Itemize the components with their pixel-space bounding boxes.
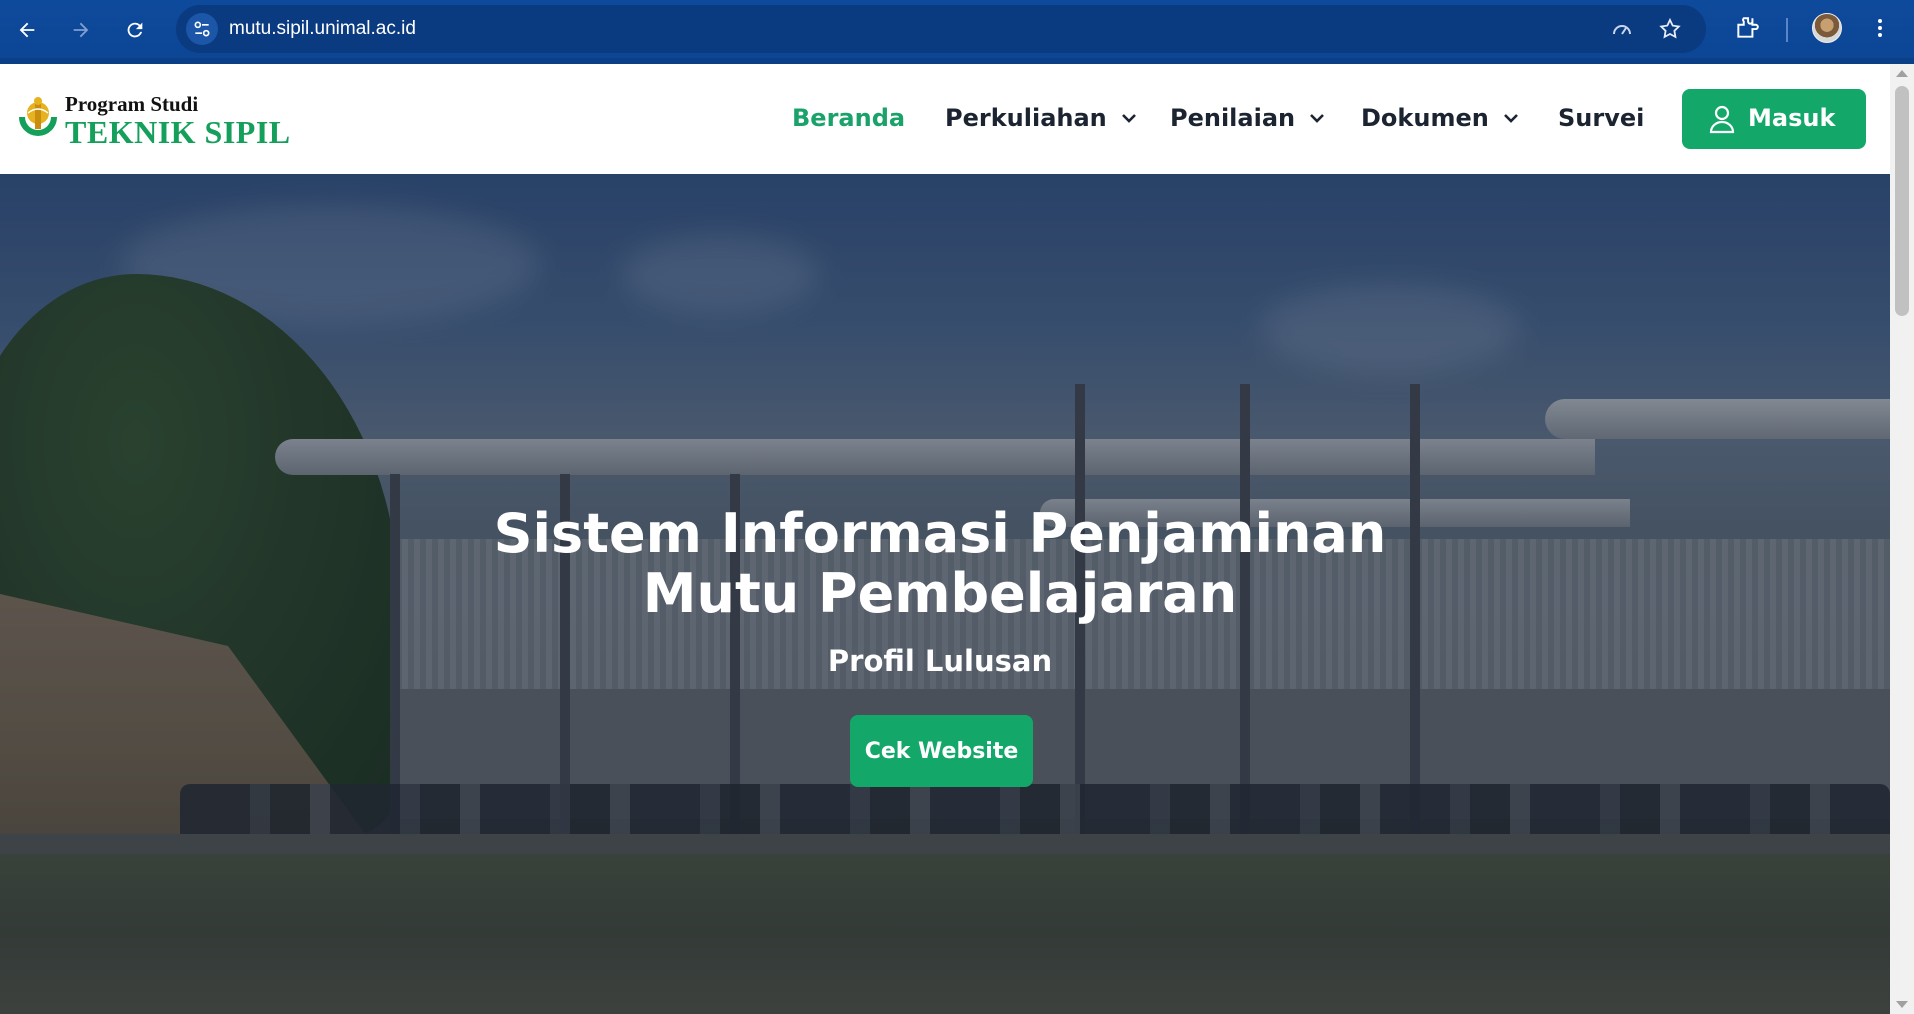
- forward-arrow-icon[interactable]: [63, 12, 99, 48]
- kebab-menu-icon[interactable]: [1866, 14, 1894, 42]
- scroll-up-arrow-icon[interactable]: [1896, 70, 1908, 77]
- hero-title-line1: Sistem Informasi Penjaminan: [493, 502, 1387, 565]
- chevron-down-icon: [1121, 114, 1136, 123]
- university-emblem-icon[interactable]: [16, 93, 60, 147]
- hero-title-line2: Mutu Pembelajaran: [642, 562, 1238, 625]
- performance-icon[interactable]: [1610, 17, 1634, 41]
- site-info-icon[interactable]: [186, 13, 218, 45]
- chevron-down-icon: [1310, 114, 1325, 123]
- nav-label: Beranda: [792, 104, 906, 132]
- extensions-icon[interactable]: [1733, 14, 1761, 42]
- hero-title: Sistem Informasi Penjaminan Mutu Pembela…: [400, 504, 1480, 624]
- toolbar-divider: [1786, 18, 1788, 42]
- nav-item-penilaian[interactable]: Penilaian: [1170, 104, 1325, 132]
- nav-item-dokumen[interactable]: Dokumen: [1361, 104, 1519, 132]
- web-page: Program Studi TEKNIK SIPIL Beranda Perku…: [0, 64, 1890, 1014]
- site-header: Program Studi TEKNIK SIPIL Beranda Perku…: [0, 64, 1890, 174]
- url-text[interactable]: mutu.sipil.unimal.ac.id: [229, 18, 416, 40]
- login-label: Masuk: [1748, 104, 1836, 132]
- cek-website-button[interactable]: Cek Website: [850, 715, 1033, 787]
- logo-line2[interactable]: TEKNIK SIPIL: [65, 114, 291, 151]
- user-icon: [1709, 105, 1735, 134]
- nav-item-perkuliahan[interactable]: Perkuliahan: [945, 104, 1137, 132]
- hero-subtitle: Profil Lulusan: [827, 644, 1053, 678]
- nav-label: Dokumen: [1361, 104, 1489, 132]
- nav-label: Penilaian: [1170, 104, 1296, 132]
- back-arrow-icon[interactable]: [9, 12, 45, 48]
- chevron-down-icon: [1503, 114, 1518, 123]
- bookmark-star-icon[interactable]: [1658, 17, 1682, 41]
- browser-toolbar: mutu.sipil.unimal.ac.id: [0, 0, 1914, 64]
- nav-item-beranda[interactable]: Beranda: [792, 104, 905, 132]
- scroll-down-arrow-icon[interactable]: [1896, 1001, 1908, 1008]
- address-bar[interactable]: mutu.sipil.unimal.ac.id: [176, 5, 1706, 53]
- hero-section: Sistem Informasi Penjaminan Mutu Pembela…: [0, 174, 1890, 1014]
- nav-item-survei[interactable]: Survei: [1558, 104, 1644, 132]
- scrollbar-thumb[interactable]: [1895, 86, 1909, 316]
- page-scrollbar[interactable]: [1890, 64, 1914, 1014]
- reload-icon[interactable]: [117, 12, 153, 48]
- login-button[interactable]: Masuk: [1682, 89, 1866, 149]
- profile-avatar[interactable]: [1812, 13, 1842, 43]
- nav-label: Survei: [1558, 104, 1645, 132]
- nav-label: Perkuliahan: [945, 104, 1107, 132]
